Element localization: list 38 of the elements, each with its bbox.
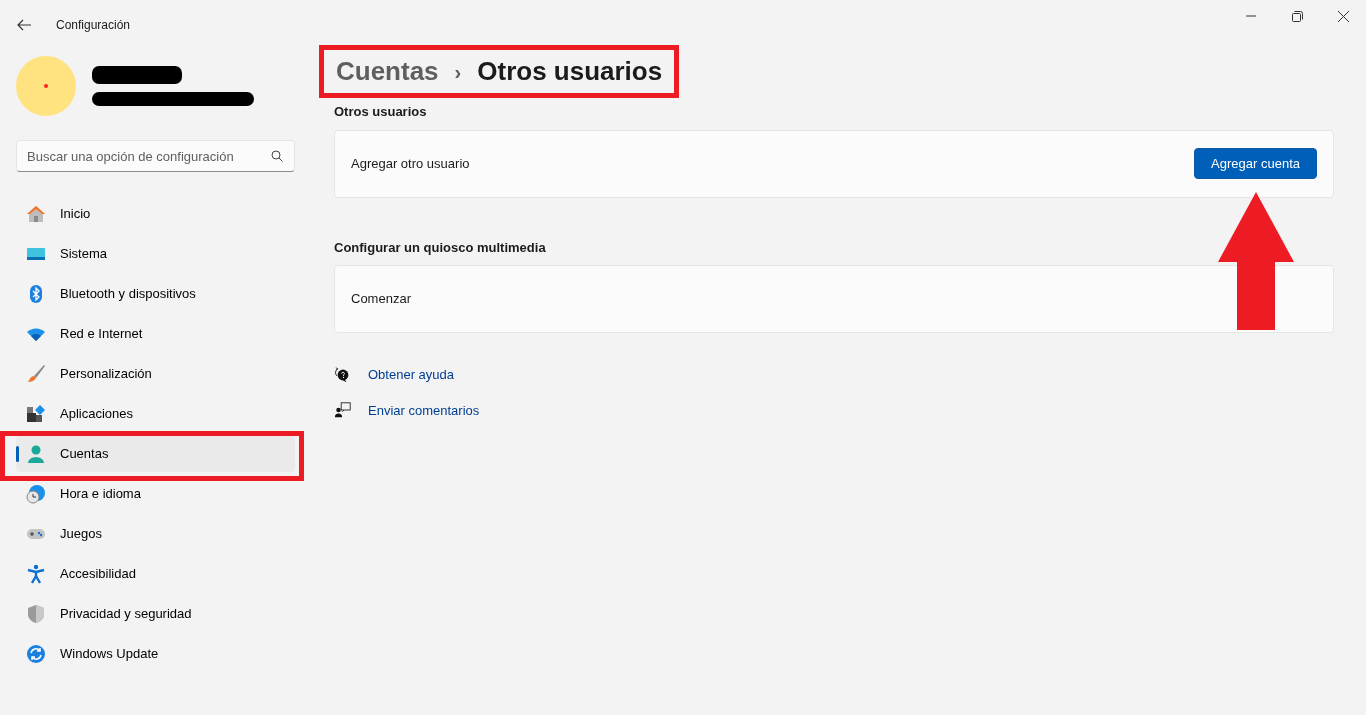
home-icon	[26, 204, 46, 224]
globe-clock-icon	[26, 484, 46, 504]
avatar-circle	[16, 56, 76, 116]
sidebar-item[interactable]: Hora e idioma	[16, 476, 295, 512]
window-title: Configuración	[56, 17, 131, 34]
page-title: Otros usuarios	[477, 55, 663, 88]
sidebar-item[interactable]: Windows Update	[16, 636, 295, 672]
search-icon	[271, 150, 283, 162]
back-arrow-icon[interactable]	[16, 19, 32, 31]
shield-icon	[26, 604, 46, 624]
paintbrush-icon	[26, 364, 46, 384]
sidebar-item[interactable]: Personalización	[16, 356, 295, 392]
close-icon	[1337, 10, 1349, 22]
sidebar-item[interactable]: Bluetooth y dispositivos	[16, 276, 295, 312]
restore-icon	[1291, 10, 1303, 22]
apps-icon	[26, 404, 46, 424]
accessibility-icon	[26, 564, 46, 584]
sync-icon	[26, 644, 46, 664]
sidebar-item[interactable]: Juegos	[16, 516, 295, 552]
breadcrumb-parent[interactable]: Cuentas	[336, 52, 439, 91]
add-account-button[interactable]: Agregar cuenta	[1194, 147, 1317, 180]
sidebar-item[interactable]: Inicio	[16, 196, 295, 232]
feedback-icon	[334, 401, 352, 420]
help-link[interactable]: Enviar comentarios	[368, 400, 480, 420]
breadcrumb-separator: ›	[454, 59, 462, 85]
setting-label: Comenzar	[351, 290, 411, 309]
section-heading: Otros usuarios	[334, 103, 428, 121]
sidebar-item[interactable]: Accesibilidad	[16, 556, 295, 592]
search-field[interactable]: Buscar una opción de configuración	[16, 140, 295, 172]
sidebar-item[interactable]: Aplicaciones	[16, 396, 295, 432]
help-link[interactable]: Obtener ayuda	[368, 365, 454, 385]
sidebar-item[interactable]: Red e Internet	[16, 316, 295, 352]
sidebar-item[interactable]: Cuentas	[16, 436, 295, 472]
sidebar-item[interactable]: Privacidad y seguridad	[16, 596, 295, 632]
person-icon	[26, 444, 46, 464]
section-heading: Configurar un quiosco multimedia	[334, 238, 547, 257]
sidebar-item[interactable]: Sistema	[16, 236, 295, 272]
setting-label: Agregar otro usuario	[351, 154, 470, 173]
